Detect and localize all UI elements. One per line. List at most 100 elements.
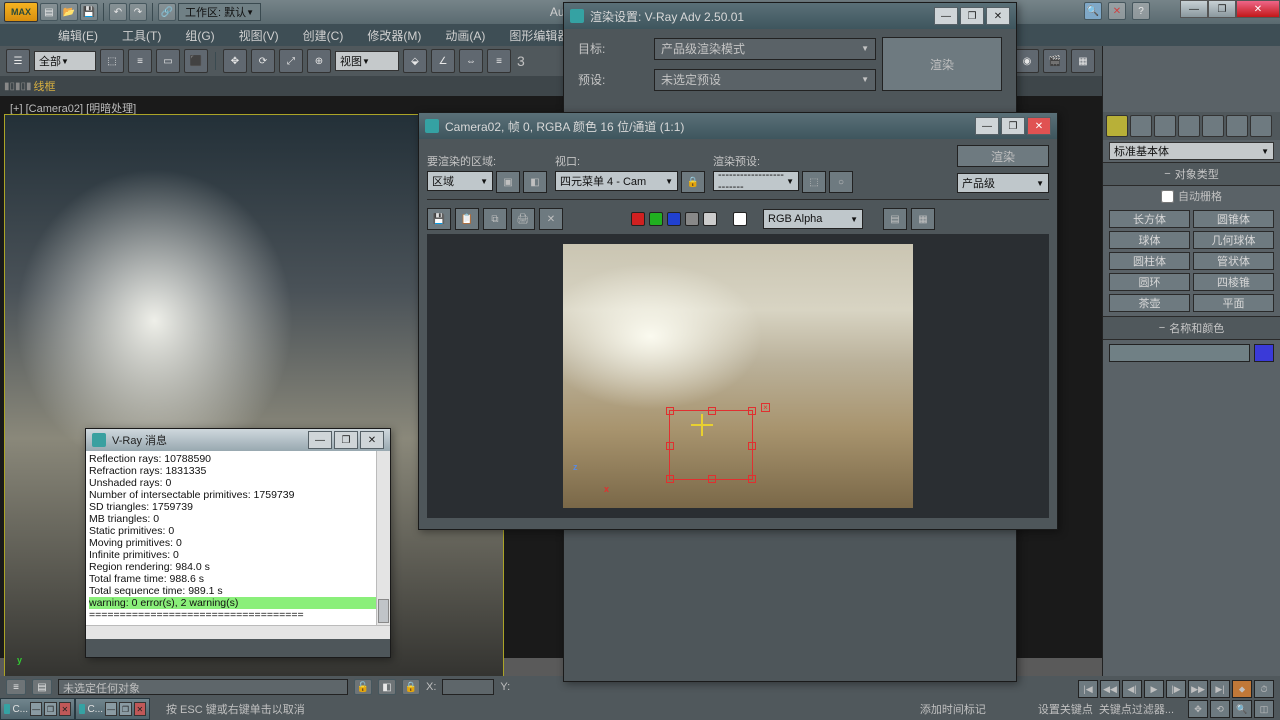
- lock-icon[interactable]: 🔓: [354, 679, 372, 695]
- primitive-set-dropdown[interactable]: 标准基本体▼: [1109, 142, 1274, 160]
- select-rect-icon[interactable]: ▭: [156, 49, 180, 73]
- color-swatch[interactable]: [733, 212, 747, 226]
- link-icon[interactable]: 🔗: [158, 3, 176, 21]
- new-icon[interactable]: ▤: [40, 3, 58, 21]
- rotate-icon[interactable]: ⟳: [251, 49, 275, 73]
- rs-render-button[interactable]: 渲染: [882, 37, 1002, 91]
- menu-edit[interactable]: 编辑(E): [46, 24, 110, 46]
- vfb-overlay2-button[interactable]: ▦: [911, 208, 935, 230]
- render-setup-icon[interactable]: 🎬: [1043, 49, 1067, 73]
- redo-icon[interactable]: ↷: [129, 3, 147, 21]
- spacewarps-tab[interactable]: [1226, 115, 1248, 137]
- close-x-icon[interactable]: ✕: [1108, 2, 1126, 20]
- object-color-swatch[interactable]: [1254, 344, 1274, 362]
- snap-icon[interactable]: ⬙: [403, 49, 427, 73]
- material-editor-icon[interactable]: ◉: [1015, 49, 1039, 73]
- vfb-render-image[interactable]: × zx: [563, 244, 913, 508]
- prim-cylinder[interactable]: 圆柱体: [1109, 252, 1190, 270]
- vfb-preset-btn1[interactable]: ⬚: [802, 171, 826, 193]
- zoom-view-button[interactable]: 🔍: [1232, 700, 1252, 718]
- key-filter-button[interactable]: 关键点过滤器...: [1099, 701, 1174, 717]
- taskbar-item-1[interactable]: C...—❐✕: [0, 698, 75, 720]
- channel-mono-button[interactable]: [703, 212, 717, 226]
- help-icon[interactable]: ?: [1132, 2, 1150, 20]
- workspace-dropdown[interactable]: 工作区: 默认 ▼: [178, 3, 261, 21]
- isolate-icon[interactable]: ◧: [378, 679, 396, 695]
- menu-modifier[interactable]: 修改器(M): [355, 24, 433, 46]
- menu-view[interactable]: 视图(V): [227, 24, 291, 46]
- vfb-area-auto-button[interactable]: ◧: [523, 171, 547, 193]
- align-icon[interactable]: ≡: [487, 49, 511, 73]
- vfb-print-button[interactable]: 🖨: [511, 208, 535, 230]
- prev-frame-button[interactable]: ◀◀: [1100, 680, 1120, 698]
- ref-coord-icon[interactable]: ⊕: [307, 49, 331, 73]
- ref-coord-dd[interactable]: 视图 ▼: [335, 51, 399, 71]
- minimize-button[interactable]: —: [1180, 0, 1208, 18]
- prim-pyramid[interactable]: 四棱锥: [1193, 273, 1274, 291]
- cameras-tab[interactable]: [1178, 115, 1200, 137]
- helpers-tab[interactable]: [1202, 115, 1224, 137]
- msg-minimize-button[interactable]: —: [308, 431, 332, 449]
- vfb-preset-btn2[interactable]: ○: [829, 171, 853, 193]
- msg-close-button[interactable]: ✕: [360, 431, 384, 449]
- render-frame-icon[interactable]: ▦: [1071, 49, 1095, 73]
- channel-blue-button[interactable]: [667, 212, 681, 226]
- maximize-button[interactable]: ❐: [1208, 0, 1236, 18]
- menu-create[interactable]: 创建(C): [291, 24, 356, 46]
- select-window-icon[interactable]: ⬛: [184, 49, 208, 73]
- save-icon[interactable]: 💾: [80, 3, 98, 21]
- lights-tab[interactable]: [1154, 115, 1176, 137]
- geometry-tab[interactable]: [1106, 115, 1128, 137]
- snap-angle-icon[interactable]: ∠: [431, 49, 455, 73]
- vfb-preset-dropdown[interactable]: -------------------------▼: [713, 171, 799, 191]
- prev-key-button[interactable]: ◀|: [1122, 680, 1142, 698]
- next-frame-button[interactable]: ▶▶: [1188, 680, 1208, 698]
- coord-x-input[interactable]: [442, 679, 494, 695]
- close-button[interactable]: ✕: [1236, 0, 1280, 18]
- set-key-button[interactable]: 设置关键点: [1038, 701, 1093, 717]
- vfb-area-edit-button[interactable]: ▣: [496, 171, 520, 193]
- vfb-clone-button[interactable]: ⧉: [483, 208, 507, 230]
- lock-sel-icon[interactable]: 🔒: [402, 679, 420, 695]
- maxscript-icon[interactable]: ≡: [6, 679, 26, 695]
- time-config-button[interactable]: ⏱: [1254, 680, 1274, 698]
- taskbar-item-2[interactable]: C...—❐✕: [75, 698, 150, 720]
- vray-msg-hscrollbar[interactable]: [86, 625, 390, 639]
- select-link-icon[interactable]: ☰: [6, 49, 30, 73]
- fov-button[interactable]: ◫: [1254, 700, 1274, 718]
- prim-sphere[interactable]: 球体: [1109, 231, 1190, 249]
- name-color-rollout[interactable]: 名称和颜色: [1103, 316, 1280, 340]
- goto-start-button[interactable]: |◀: [1078, 680, 1098, 698]
- select-name-icon[interactable]: ≡: [128, 49, 152, 73]
- prim-cone[interactable]: 圆锥体: [1193, 210, 1274, 228]
- undo-icon[interactable]: ↶: [109, 3, 127, 21]
- prim-torus[interactable]: 圆环: [1109, 273, 1190, 291]
- channel-green-button[interactable]: [649, 212, 663, 226]
- vfb-close-button[interactable]: ✕: [1027, 117, 1051, 135]
- channel-alpha-button[interactable]: [685, 212, 699, 226]
- vfb-render-button[interactable]: 渲染: [957, 145, 1049, 167]
- auto-grid-checkbox[interactable]: [1161, 190, 1174, 203]
- play-button[interactable]: ▶: [1144, 680, 1164, 698]
- prim-tube[interactable]: 管状体: [1193, 252, 1274, 270]
- vfb-viewport-lock-button[interactable]: 🔒: [681, 171, 705, 193]
- prim-plane[interactable]: 平面: [1193, 294, 1274, 312]
- vray-msg-titlebar[interactable]: V-Ray 消息 — ❐ ✕: [86, 429, 390, 451]
- render-setup-titlebar[interactable]: 渲染设置: V-Ray Adv 2.50.01 — ❐ ✕: [564, 3, 1016, 29]
- menu-anim[interactable]: 动画(A): [433, 24, 497, 46]
- menu-group[interactable]: 组(G): [173, 24, 226, 46]
- add-time-tag[interactable]: 添加时间标记: [920, 701, 986, 717]
- systems-tab[interactable]: [1250, 115, 1272, 137]
- vfb-overlay1-button[interactable]: ▤: [883, 208, 907, 230]
- selection-filter-dd[interactable]: 全部 ▼: [34, 51, 96, 71]
- vfb-maximize-button[interactable]: ❐: [1001, 117, 1025, 135]
- channel-red-button[interactable]: [631, 212, 645, 226]
- vfb-save-button[interactable]: 💾: [427, 208, 451, 230]
- vfb-copy-button[interactable]: 📋: [455, 208, 479, 230]
- pan-view-button[interactable]: ✥: [1188, 700, 1208, 718]
- vfb-titlebar[interactable]: Camera02, 帧 0, RGBA 颜色 16 位/通道 (1:1) — ❐…: [419, 113, 1057, 139]
- vfb-area-dropdown[interactable]: 区域▼: [427, 171, 493, 191]
- prim-box[interactable]: 长方体: [1109, 210, 1190, 228]
- msg-maximize-button[interactable]: ❐: [334, 431, 358, 449]
- rs-preset-dropdown[interactable]: 未选定预设▼: [654, 69, 876, 91]
